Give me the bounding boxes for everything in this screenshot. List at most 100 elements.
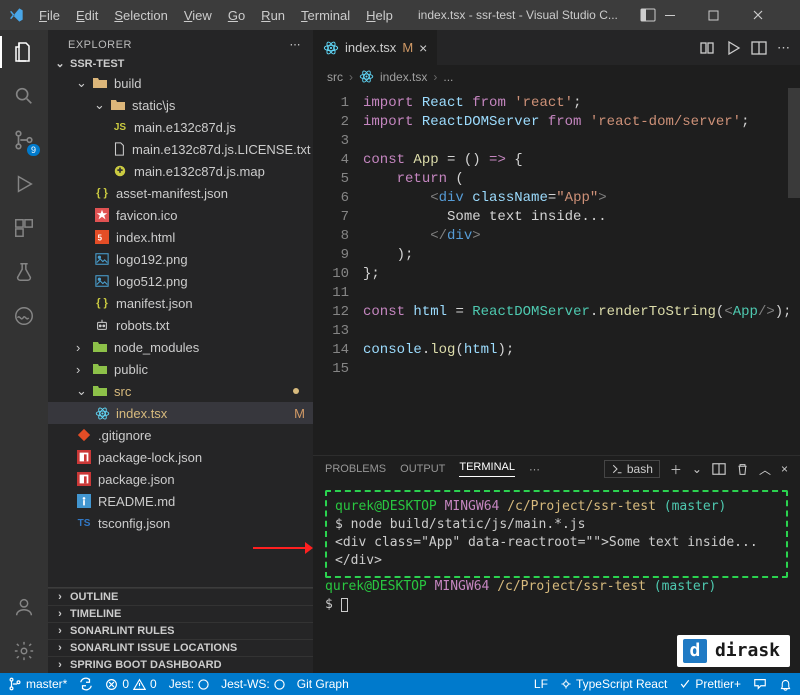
status-problems[interactable]: 0 0 bbox=[105, 677, 156, 691]
maximize-button[interactable] bbox=[708, 6, 748, 25]
status-jest-ws[interactable]: Jest-WS: bbox=[221, 677, 285, 691]
tree-item-label: package-lock.json bbox=[98, 450, 202, 465]
file-asset-manifest-json[interactable]: { }asset-manifest.json bbox=[48, 182, 313, 204]
status-feedback-icon[interactable] bbox=[753, 677, 767, 691]
file-robots-txt[interactable]: robots.txt bbox=[48, 314, 313, 336]
react-file-icon bbox=[323, 40, 339, 56]
run-debug-icon[interactable] bbox=[10, 170, 38, 198]
breadcrumb-item[interactable]: src bbox=[327, 70, 343, 84]
file-main-e132c87d-js-map[interactable]: main.e132c87d.js.map bbox=[48, 160, 313, 182]
menu-edit[interactable]: Edit bbox=[69, 4, 105, 27]
menu-selection[interactable]: Selection bbox=[107, 4, 174, 27]
settings-gear-icon[interactable] bbox=[10, 637, 38, 665]
compare-changes-icon[interactable] bbox=[699, 40, 715, 56]
breadcrumb-item[interactable]: ... bbox=[443, 70, 453, 84]
file-package-lock-json[interactable]: package-lock.json bbox=[48, 446, 313, 468]
testing-icon[interactable] bbox=[10, 258, 38, 286]
split-terminal-icon[interactable] bbox=[712, 462, 726, 476]
chevron-down-icon: ⌄ bbox=[76, 383, 86, 399]
panel-tab-problems[interactable]: PROBLEMS bbox=[325, 463, 386, 475]
section-spring-boot-dashboard[interactable]: ›SPRING BOOT DASHBOARD bbox=[48, 656, 313, 673]
menu-run[interactable]: Run bbox=[254, 4, 292, 27]
panel-tab-output[interactable]: OUTPUT bbox=[400, 463, 445, 475]
extensions-icon[interactable] bbox=[10, 214, 38, 242]
section-sonarlint-rules[interactable]: ›SONARLINT RULES bbox=[48, 622, 313, 639]
file-favicon-ico[interactable]: favicon.ico bbox=[48, 204, 313, 226]
minimap[interactable] bbox=[788, 88, 800, 455]
section-outline[interactable]: ›OUTLINE bbox=[48, 588, 313, 605]
kill-terminal-icon[interactable] bbox=[736, 463, 749, 476]
status-branch[interactable]: master* bbox=[8, 677, 67, 691]
file-main-e132c87d-js-license-txt[interactable]: main.e132c87d.js.LICENSE.txt bbox=[48, 138, 313, 160]
project-section-header[interactable]: ⌄ SSR-TEST bbox=[48, 55, 313, 72]
file-index-tsx[interactable]: index.tsxM bbox=[48, 402, 313, 424]
maximize-panel-icon[interactable]: ︿ bbox=[759, 461, 771, 478]
close-panel-icon[interactable]: × bbox=[781, 462, 788, 476]
folder-src[interactable]: ⌄src bbox=[48, 380, 313, 402]
file-tsconfig-json[interactable]: TStsconfig.json bbox=[48, 512, 313, 534]
breadcrumb-separator-icon: › bbox=[349, 70, 353, 84]
split-editor-icon[interactable] bbox=[751, 40, 767, 56]
run-file-icon[interactable] bbox=[725, 40, 741, 56]
code-editor[interactable]: 123456789101112131415 import React from … bbox=[313, 88, 800, 455]
file-manifest-json[interactable]: { }manifest.json bbox=[48, 292, 313, 314]
file-logo512-png[interactable]: logo512.png bbox=[48, 270, 313, 292]
breadcrumb-item[interactable]: index.tsx bbox=[380, 70, 427, 84]
breadcrumbs[interactable]: src›index.tsx›... bbox=[313, 65, 800, 88]
file-index-html[interactable]: 5index.html bbox=[48, 226, 313, 248]
git-icon bbox=[76, 427, 92, 443]
section-sonarlint-issue-locations[interactable]: ›SONARLINT ISSUE LOCATIONS bbox=[48, 639, 313, 656]
accounts-icon[interactable] bbox=[10, 593, 38, 621]
source-control-icon[interactable]: 9 bbox=[10, 126, 38, 154]
menu-help[interactable]: Help bbox=[359, 4, 400, 27]
terminal-profile-selector[interactable]: bash bbox=[604, 460, 660, 478]
status-notifications-icon[interactable] bbox=[779, 678, 792, 691]
tree-item-label: logo512.png bbox=[116, 274, 188, 289]
menu-file[interactable]: File bbox=[32, 4, 67, 27]
file--gitignore[interactable]: .gitignore bbox=[48, 424, 313, 446]
section-timeline[interactable]: ›TIMELINE bbox=[48, 605, 313, 622]
search-icon[interactable] bbox=[10, 82, 38, 110]
menu-view[interactable]: View bbox=[177, 4, 219, 27]
terminal-profile-label: bash bbox=[627, 462, 653, 476]
status-language[interactable]: TypeScript React bbox=[560, 677, 667, 691]
collapsed-sections: ›OUTLINE›TIMELINE›SONARLINT RULES›SONARL… bbox=[48, 587, 313, 673]
sidebar-title: EXPLORER bbox=[68, 39, 132, 51]
editor-more-icon[interactable]: ⋯ bbox=[777, 40, 790, 56]
menu-go[interactable]: Go bbox=[221, 4, 252, 27]
terminal-dropdown-icon[interactable]: ⌄ bbox=[692, 462, 702, 476]
new-terminal-icon[interactable]: ＋ bbox=[670, 461, 682, 478]
panel-more-icon[interactable]: ⋯ bbox=[529, 463, 540, 476]
sidebar-more-icon[interactable]: ⋯ bbox=[290, 38, 302, 51]
file-package-json[interactable]: package.json bbox=[48, 468, 313, 490]
tab-close-icon[interactable]: × bbox=[419, 40, 427, 56]
npm-icon bbox=[76, 471, 92, 487]
minimize-button[interactable] bbox=[664, 5, 704, 25]
sonarlint-icon[interactable] bbox=[10, 302, 38, 330]
folder-node-modules[interactable]: ›node_modules bbox=[48, 336, 313, 358]
file-logo192-png[interactable]: logo192.png bbox=[48, 248, 313, 270]
editor-tabs: index.tsx M × ⋯ bbox=[313, 30, 800, 65]
status-prettier[interactable]: Prettier+ bbox=[679, 677, 741, 691]
terminal-content[interactable]: qurek@DESKTOP MINGW64 /c/Project/ssr-tes… bbox=[313, 482, 800, 673]
chevron-down-icon: ⌄ bbox=[94, 97, 104, 113]
bottom-panel: PROBLEMS OUTPUT TERMINAL ⋯ bash ＋ ⌄ bbox=[313, 455, 800, 673]
status-eol[interactable]: LF bbox=[534, 677, 548, 691]
folder-build[interactable]: ⌄build bbox=[48, 72, 313, 94]
minimap-scroller[interactable] bbox=[788, 88, 800, 198]
file-main-e132c87d-js[interactable]: JSmain.e132c87d.js bbox=[48, 116, 313, 138]
folder-public[interactable]: ›public bbox=[48, 358, 313, 380]
code-content[interactable]: import React from 'react';import ReactDO… bbox=[359, 88, 800, 455]
explorer-icon[interactable] bbox=[10, 38, 38, 66]
folder-open-icon bbox=[110, 97, 126, 113]
status-jest[interactable]: Jest: bbox=[169, 677, 209, 691]
file-readme-md[interactable]: README.md bbox=[48, 490, 313, 512]
status-git-graph[interactable]: Git Graph bbox=[297, 677, 349, 691]
folder-static-js[interactable]: ⌄static\js bbox=[48, 94, 313, 116]
menu-terminal[interactable]: Terminal bbox=[294, 4, 357, 27]
layout-toggle-icon[interactable] bbox=[636, 5, 660, 25]
close-window-button[interactable] bbox=[752, 5, 792, 25]
panel-tab-terminal[interactable]: TERMINAL bbox=[459, 461, 515, 477]
editor-tab[interactable]: index.tsx M × bbox=[313, 30, 438, 65]
status-sync-icon[interactable] bbox=[79, 677, 93, 691]
